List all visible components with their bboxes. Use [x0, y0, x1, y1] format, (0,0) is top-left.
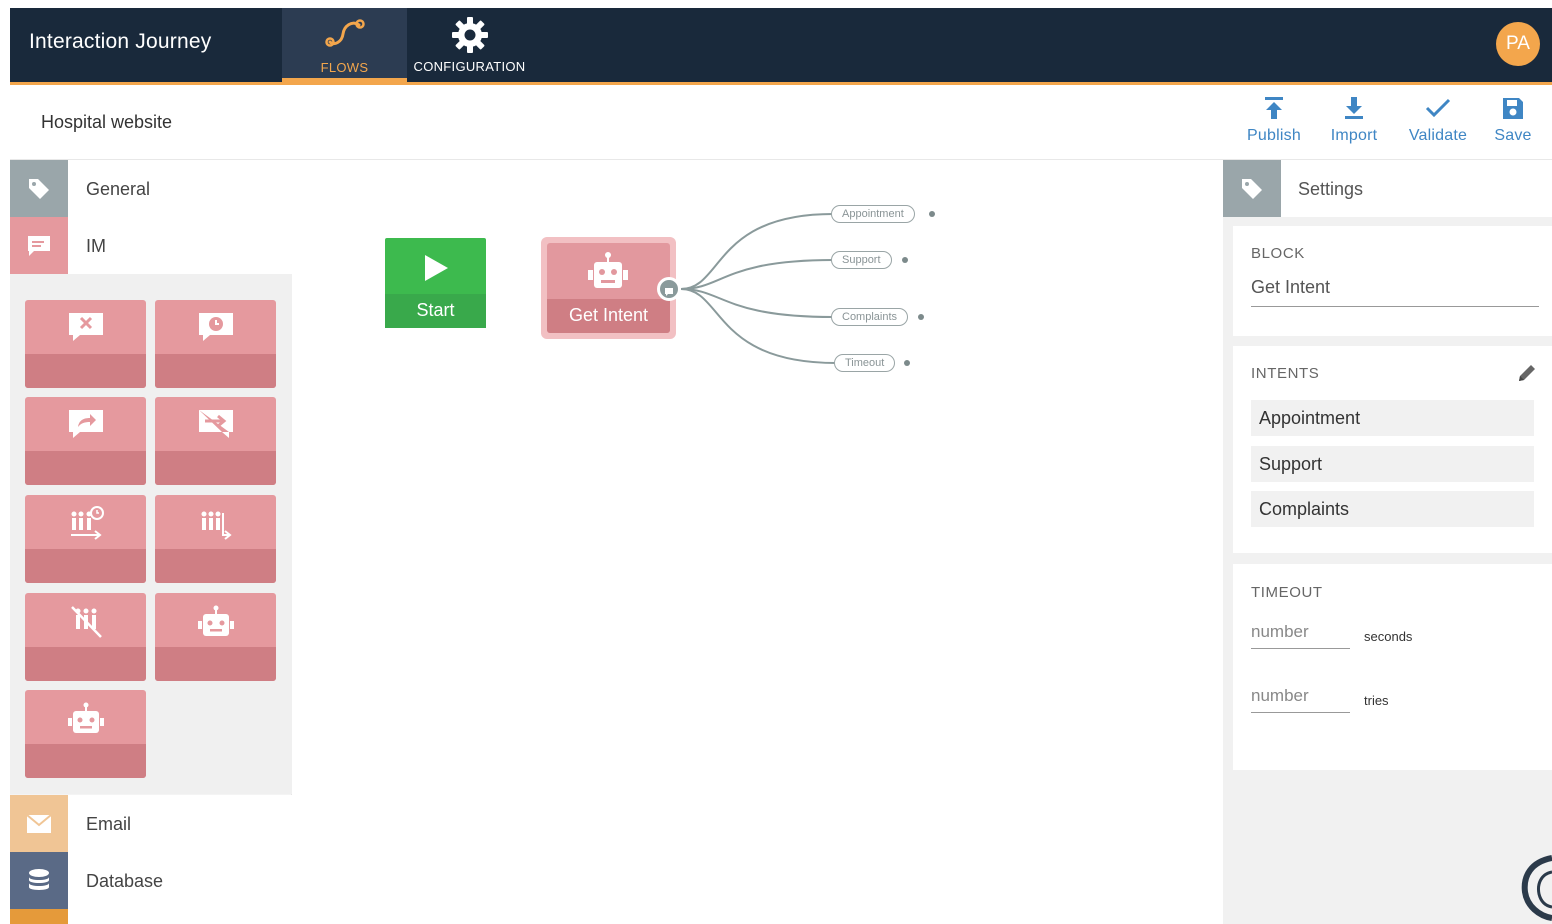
- tab-flows-label: FLOWS: [320, 60, 369, 75]
- flow-canvas[interactable]: Start Get Intent Appointment Support Com…: [293, 160, 1223, 924]
- palette-block-queue-timer[interactable]: [25, 495, 146, 583]
- palette-block-chat-forward[interactable]: [155, 397, 276, 485]
- tag-icon: [10, 160, 68, 217]
- tab-configuration-label: CONFIGURATION: [413, 59, 526, 74]
- tab-configuration[interactable]: CONFIGURATION: [407, 8, 532, 82]
- get-intent-node-label: Get Intent: [568, 305, 649, 325]
- flow-path-icon: [324, 16, 366, 53]
- palette-section-email-label: Email: [86, 814, 132, 834]
- validate-button[interactable]: Validate: [1398, 95, 1478, 145]
- intents-heading: INTENTS: [1251, 365, 1320, 382]
- get-intent-node[interactable]: Get Intent: [541, 237, 676, 339]
- robot-icon: [64, 700, 108, 745]
- robot-icon: [584, 250, 632, 299]
- block-palette: General IM Email Database: [10, 160, 292, 924]
- branch-appointment-port[interactable]: [929, 211, 935, 217]
- palette-section-general-label: General: [86, 179, 151, 199]
- timeout-seconds-input[interactable]: [1251, 615, 1350, 649]
- import-icon: [1318, 95, 1390, 121]
- branch-timeout[interactable]: Timeout: [834, 354, 896, 372]
- import-button[interactable]: Import: [1318, 95, 1390, 145]
- validate-label: Validate: [1408, 127, 1468, 144]
- branch-complaints[interactable]: Complaints: [831, 308, 909, 326]
- palette-section-database[interactable]: Database: [10, 852, 292, 909]
- timeout-tries-input[interactable]: [1251, 679, 1350, 713]
- block-name-field[interactable]: Get Intent: [1251, 277, 1539, 307]
- node-output-port[interactable]: [657, 277, 681, 301]
- timeout-seconds-unit: seconds: [1364, 629, 1413, 644]
- palette-section-general[interactable]: General: [10, 160, 292, 217]
- chat-clock-icon: [196, 310, 236, 349]
- branch-support[interactable]: Support: [831, 251, 892, 269]
- import-label: Import: [1330, 127, 1378, 144]
- app-window: Interaction Journey FLOWS CONFIGURATION …: [10, 8, 1552, 924]
- branch-complaints-port[interactable]: [918, 314, 924, 320]
- pencil-icon[interactable]: [1516, 362, 1538, 389]
- settings-title: Settings: [1298, 179, 1364, 199]
- publish-icon: [1236, 95, 1312, 121]
- user-avatar[interactable]: PA: [1496, 22, 1540, 66]
- save-label: Save: [1494, 127, 1532, 144]
- tag-icon: [1223, 160, 1281, 217]
- queue-timer-icon: [65, 505, 107, 550]
- intents-card: INTENTS Appointment Support Complaints: [1233, 346, 1552, 553]
- palette-section-im[interactable]: IM: [10, 217, 292, 274]
- intent-item[interactable]: Support: [1251, 446, 1534, 482]
- settings-panel: Settings BLOCK Get Intent INTENTS Appoin…: [1223, 160, 1552, 924]
- palette-block-chat-clock[interactable]: [155, 300, 276, 388]
- chat-icon: [10, 217, 68, 274]
- timeout-tries-unit: tries: [1364, 693, 1389, 708]
- flow-name: Hospital website: [41, 112, 173, 132]
- brand-logo-mark: [1513, 852, 1552, 924]
- settings-header: Settings: [1223, 160, 1552, 217]
- palette-section-email[interactable]: Email: [10, 795, 292, 852]
- block-heading: BLOCK: [1251, 245, 1305, 262]
- start-node[interactable]: Start: [385, 238, 486, 328]
- timeout-heading: TIMEOUT: [1251, 584, 1323, 601]
- palette-block-chat-share[interactable]: [25, 397, 146, 485]
- intent-item[interactable]: Appointment: [1251, 400, 1534, 436]
- start-node-label: Start: [416, 300, 455, 320]
- chat-share-icon: [66, 407, 106, 446]
- no-agents-icon: [65, 603, 107, 648]
- branch-support-port[interactable]: [902, 257, 908, 263]
- publish-label: Publish: [1247, 127, 1301, 144]
- branch-timeout-port[interactable]: [904, 360, 910, 366]
- palette-section-next[interactable]: [10, 909, 292, 924]
- envelope-icon: [10, 795, 68, 852]
- save-button[interactable]: Save: [1486, 95, 1540, 145]
- palette-section-im-label: IM: [86, 236, 106, 256]
- robot-icon: [194, 603, 238, 648]
- play-icon: [423, 254, 449, 287]
- publish-button[interactable]: Publish: [1236, 95, 1312, 145]
- chat-close-icon: [66, 310, 106, 349]
- flow-toolbar: Hospital website Publish Import Validate…: [10, 85, 1552, 160]
- gear-icon: [451, 16, 489, 57]
- chat-forward-icon: [196, 407, 236, 446]
- section-color-swatch: [10, 909, 68, 924]
- palette-block-bot[interactable]: [155, 593, 276, 681]
- queue-transfer-icon: [195, 505, 237, 550]
- palette-block-chat-close[interactable]: [25, 300, 146, 388]
- top-bar: Interaction Journey FLOWS CONFIGURATION …: [10, 8, 1552, 85]
- palette-block-no-agents[interactable]: [25, 593, 146, 681]
- database-icon: [10, 852, 68, 909]
- palette-section-database-label: Database: [86, 871, 164, 891]
- intent-item[interactable]: Complaints: [1251, 491, 1534, 527]
- block-card: BLOCK Get Intent: [1233, 226, 1552, 336]
- checkmark-icon: [1398, 95, 1478, 121]
- tab-flows[interactable]: FLOWS: [282, 8, 407, 82]
- timeout-card: TIMEOUT seconds tries: [1233, 564, 1552, 770]
- floppy-disk-icon: [1486, 95, 1540, 121]
- app-title: Interaction Journey: [29, 30, 212, 53]
- palette-block-bot-2[interactable]: [25, 690, 146, 778]
- branch-appointment[interactable]: Appointment: [831, 205, 915, 223]
- chat-bubble-icon: [664, 284, 674, 302]
- palette-block-queue-transfer[interactable]: [155, 495, 276, 583]
